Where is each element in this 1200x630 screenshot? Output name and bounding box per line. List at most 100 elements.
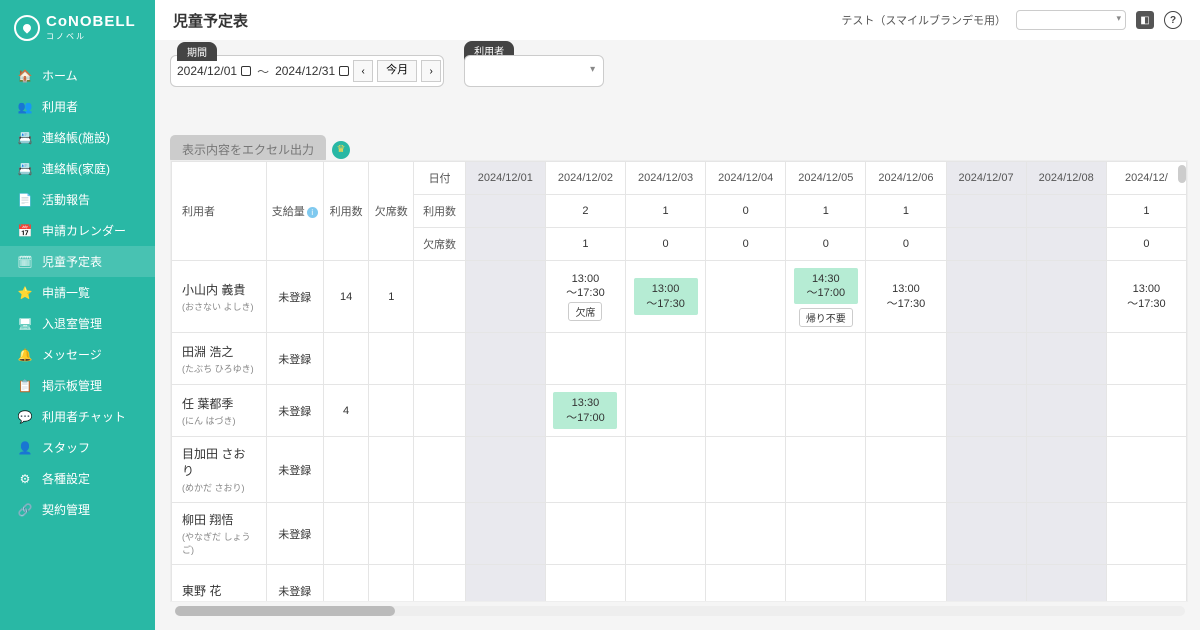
schedule-cell[interactable] xyxy=(866,565,946,603)
sidebar-item-9[interactable]: 🔔メッセージ xyxy=(0,339,155,370)
schedule-cell[interactable]: 13:00〜17:30 xyxy=(866,261,946,333)
schedule-cell[interactable] xyxy=(786,333,866,385)
date-from[interactable]: 2024/12/01 xyxy=(177,64,251,78)
schedule-cell[interactable] xyxy=(465,333,545,385)
sidebar-item-6[interactable]: 🗓児童予定表 xyxy=(0,246,155,277)
time-text[interactable]: 13:00〜17:30 xyxy=(866,282,945,311)
time-text[interactable]: 13:00〜17:30 xyxy=(1107,282,1186,311)
help-icon[interactable]: ? xyxy=(1164,11,1182,29)
schedule-cell[interactable]: 13:00〜17:30欠席 xyxy=(545,261,625,333)
this-month-button[interactable]: 今月 xyxy=(377,60,417,82)
schedule-cell[interactable] xyxy=(706,437,786,503)
time-block[interactable]: 14:30〜17:00 xyxy=(794,268,858,305)
sidebar-item-14[interactable]: 🔗契約管理 xyxy=(0,494,155,525)
org-select[interactable] xyxy=(1016,10,1126,30)
schedule-cell[interactable]: 14:30〜17:00帰り不要 xyxy=(786,261,866,333)
schedule-cell[interactable]: 13:00〜17:30 xyxy=(626,261,706,333)
schedule-cell[interactable] xyxy=(465,503,545,565)
schedule-cell[interactable] xyxy=(626,437,706,503)
schedule-cell[interactable] xyxy=(1106,437,1186,503)
schedule-cell[interactable] xyxy=(545,503,625,565)
schedule-cell[interactable] xyxy=(626,503,706,565)
schedule-cell[interactable] xyxy=(866,503,946,565)
schedule-cell[interactable] xyxy=(465,565,545,603)
sidebar-item-0[interactable]: 🏠ホーム xyxy=(0,60,155,91)
schedule-cell[interactable] xyxy=(545,565,625,603)
schedule-cell[interactable] xyxy=(1026,261,1106,333)
time-block[interactable]: 13:30〜17:00 xyxy=(553,392,617,429)
user-cell[interactable]: 小山内 義貴(おさない よしき) xyxy=(172,261,267,333)
sidebar-item-3[interactable]: 📇連絡帳(家庭) xyxy=(0,153,155,184)
book-icon[interactable]: ◧ xyxy=(1136,11,1154,29)
schedule-cell[interactable] xyxy=(465,437,545,503)
schedule-cell[interactable] xyxy=(946,385,1026,437)
schedule-cell[interactable] xyxy=(786,503,866,565)
schedule-cell[interactable] xyxy=(946,503,1026,565)
time-text[interactable]: 13:00〜17:30 xyxy=(546,272,625,301)
schedule-cell[interactable] xyxy=(706,261,786,333)
nav-icon: 👤 xyxy=(18,441,32,455)
prev-button[interactable]: ‹ xyxy=(353,60,373,82)
schedule-cell[interactable] xyxy=(1026,437,1106,503)
schedule-cell[interactable] xyxy=(706,333,786,385)
th-user: 利用者 xyxy=(172,162,267,261)
user-select[interactable] xyxy=(464,55,604,87)
vertical-scrollbar[interactable] xyxy=(1178,165,1186,183)
sidebar-item-11[interactable]: 💬利用者チャット xyxy=(0,401,155,432)
time-block[interactable]: 13:00〜17:30 xyxy=(634,278,698,315)
schedule-cell[interactable] xyxy=(626,333,706,385)
next-button[interactable]: › xyxy=(421,60,441,82)
schedule-cell[interactable] xyxy=(706,385,786,437)
schedule-cell[interactable] xyxy=(1106,503,1186,565)
schedule-cell[interactable]: 13:30〜17:00 xyxy=(545,385,625,437)
schedule-cell[interactable] xyxy=(946,333,1026,385)
user-cell[interactable]: 東野 花 xyxy=(172,565,267,603)
schedule-cell[interactable] xyxy=(786,565,866,603)
sidebar-item-1[interactable]: 👥利用者 xyxy=(0,91,155,122)
schedule-cell[interactable]: 13:00〜17:30 xyxy=(1106,261,1186,333)
nav-label: 活動報告 xyxy=(42,191,90,208)
schedule-cell[interactable] xyxy=(1026,333,1106,385)
schedule-cell[interactable] xyxy=(1106,565,1186,603)
schedule-cell[interactable] xyxy=(626,565,706,603)
sidebar-item-12[interactable]: 👤スタッフ xyxy=(0,432,155,463)
nav-icon: 📅 xyxy=(18,224,32,238)
schedule-cell[interactable] xyxy=(1026,385,1106,437)
sidebar-item-13[interactable]: ⚙各種設定 xyxy=(0,463,155,494)
user-cell[interactable]: 田淵 浩之(たぶち ひろゆき) xyxy=(172,333,267,385)
sidebar-item-2[interactable]: 📇連絡帳(施設) xyxy=(0,122,155,153)
schedule-cell[interactable] xyxy=(866,385,946,437)
sidebar-item-5[interactable]: 📅申請カレンダー xyxy=(0,215,155,246)
schedule-cell[interactable] xyxy=(786,437,866,503)
schedule-cell[interactable] xyxy=(866,333,946,385)
date-to[interactable]: 2024/12/31 xyxy=(275,64,349,78)
sidebar-item-10[interactable]: 📋掲示板管理 xyxy=(0,370,155,401)
schedule-cell[interactable] xyxy=(1026,565,1106,603)
horizontal-scrollbar[interactable] xyxy=(175,606,1185,616)
sidebar-item-7[interactable]: ⭐申請一覧 xyxy=(0,277,155,308)
sidebar-item-4[interactable]: 📄活動報告 xyxy=(0,184,155,215)
schedule-cell[interactable] xyxy=(946,565,1026,603)
user-cell[interactable]: 任 葉都季(にん はづき) xyxy=(172,385,267,437)
schedule-cell[interactable] xyxy=(465,261,545,333)
schedule-cell[interactable] xyxy=(1106,333,1186,385)
schedule-cell[interactable] xyxy=(946,261,1026,333)
info-icon[interactable]: i xyxy=(307,207,318,218)
schedule-cell[interactable] xyxy=(545,437,625,503)
schedule-cell[interactable] xyxy=(1026,503,1106,565)
schedule-cell[interactable] xyxy=(706,503,786,565)
schedule-cell[interactable] xyxy=(626,385,706,437)
user-cell[interactable]: 目加田 さおり(めかだ さおり) xyxy=(172,437,267,503)
sidebar-item-8[interactable]: 🖥入退室管理 xyxy=(0,308,155,339)
schedule-cell[interactable] xyxy=(946,437,1026,503)
schedule-cell[interactable] xyxy=(1106,385,1186,437)
scrollbar-thumb[interactable] xyxy=(175,606,395,616)
logo[interactable]: CoNOBELL コノベル xyxy=(0,0,155,60)
user-cell[interactable]: 柳田 翔悟(やなぎだ しょうご) xyxy=(172,503,267,565)
schedule-cell[interactable] xyxy=(866,437,946,503)
schedule-cell[interactable] xyxy=(786,385,866,437)
supply-cell: 未登録 xyxy=(266,565,324,603)
schedule-cell[interactable] xyxy=(545,333,625,385)
schedule-cell[interactable] xyxy=(465,385,545,437)
schedule-cell[interactable] xyxy=(706,565,786,603)
